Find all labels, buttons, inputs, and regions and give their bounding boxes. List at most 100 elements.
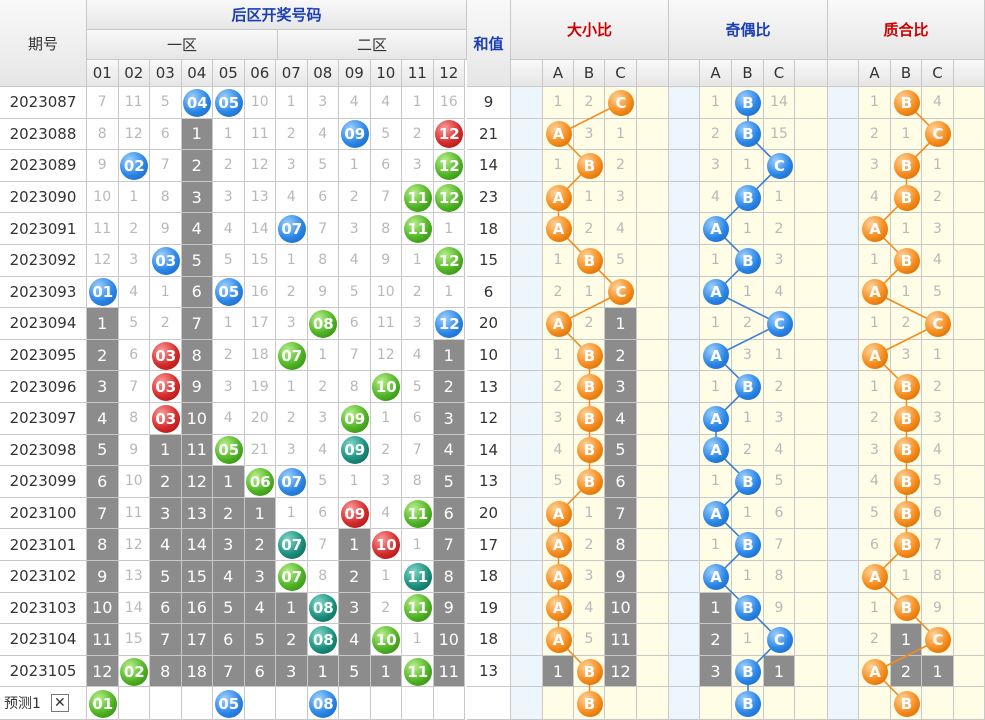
ratio-ball: B (576, 153, 603, 179)
miss-count-cell: 11 (181, 434, 213, 467)
miss-count-cell: 7 (433, 529, 465, 561)
ratio-miss-cell: 3 (700, 150, 732, 182)
ratio-miss-cell: 9 (605, 561, 637, 593)
ratio-ball: B (735, 469, 761, 495)
miss-count-cell: 2 (244, 529, 276, 561)
ratio-ball: B (893, 153, 920, 179)
predict-number-cell[interactable] (181, 687, 213, 720)
ratio-miss-cell: 1 (891, 276, 922, 309)
predict-ratio-cell[interactable] (543, 687, 574, 720)
ratio-miss-cell: 1 (922, 339, 954, 372)
miss-count-cell: 3 (276, 150, 308, 182)
miss-count-cell: 7 (150, 150, 182, 182)
predict-ratio-cell[interactable] (764, 687, 795, 720)
predict-ball[interactable]: 01 (88, 689, 117, 718)
ratio-ball: A (862, 216, 888, 243)
ratio-miss-cell: 5 (922, 466, 954, 498)
ratio-miss-cell: 6 (922, 497, 954, 530)
miss-count-cell: 5 (370, 118, 402, 151)
ratio-miss-cell: 8 (605, 529, 637, 561)
ratio-miss-cell: 11 (605, 624, 637, 656)
predict-ratio-cell[interactable] (922, 687, 954, 720)
miss-count-cell: 2 (276, 118, 308, 151)
predict-number-cell[interactable] (276, 687, 308, 720)
ratio-margin (637, 687, 669, 720)
predict-number-cell[interactable] (118, 687, 150, 720)
predict-number-cell[interactable] (244, 687, 276, 720)
miss-count-cell: 1 (339, 150, 371, 182)
ratio-margin (637, 213, 669, 245)
drawn-number-ball: 07 (277, 562, 306, 591)
ratio-ball: B (893, 595, 920, 622)
predict-ratio-cell[interactable] (605, 687, 637, 720)
ratio-margin (828, 655, 859, 688)
miss-count-cell: 4 (433, 434, 465, 467)
ratio-margin (954, 403, 985, 435)
predict-ratio-ball[interactable]: B (576, 690, 603, 717)
miss-count-cell: 8 (150, 181, 182, 214)
ratio-miss-cell: 4 (922, 245, 954, 277)
predict-number-cell[interactable] (433, 687, 465, 720)
ratio-margin (669, 497, 700, 530)
miss-count-cell: 19 (244, 371, 276, 403)
miss-count-cell: 2 (150, 308, 182, 340)
zone1-label: 一区 (87, 30, 278, 60)
ratio-miss-cell: 9 (922, 592, 954, 625)
period-cell: 2023101 (0, 529, 87, 561)
trend-chart: 期号 后区开奖号码 一区 二区 01 02 03 04 05 06 07 08 09 10 11 12 和值 大小… (0, 0, 985, 720)
ratio-margin (669, 466, 700, 498)
predict-ratio-ball[interactable]: B (735, 690, 761, 717)
miss-count-cell: 1 (402, 624, 434, 656)
ratio-margin (637, 371, 669, 403)
ratio-margin (669, 308, 700, 340)
ratio-ball: B (576, 374, 603, 401)
ratio-margin (637, 276, 669, 309)
predict-ratio-cell[interactable] (700, 687, 732, 720)
predict-number-cell[interactable] (402, 687, 434, 720)
miss-count-cell: 4 (150, 529, 182, 561)
predict-ratio-ball[interactable]: B (893, 690, 920, 717)
ratio-ball: B (576, 437, 603, 464)
miss-count-cell: 1 (370, 655, 402, 688)
ratio-margin (511, 276, 543, 309)
sum-cell: 23 (467, 181, 511, 214)
drawn-number-ball: 07 (277, 468, 306, 496)
predict-ratio-cell[interactable] (859, 687, 891, 720)
miss-count-cell: 15 (244, 245, 276, 277)
miss-count-cell: 4 (370, 87, 402, 119)
ratio-miss-cell: 1 (700, 371, 732, 403)
predict-ball[interactable]: 08 (309, 689, 338, 718)
drawn-number-ball: 05 (214, 436, 243, 465)
sum-cell: 20 (467, 308, 511, 340)
ratio-margin (511, 497, 543, 530)
ratio-margin (828, 308, 859, 340)
drawn-number-ball: 09 (340, 436, 369, 465)
miss-count-cell: 5 (213, 592, 245, 625)
miss-count-cell: 2 (402, 276, 434, 309)
miss-count-cell: 11 (87, 213, 119, 245)
ratio-margin (828, 150, 859, 182)
predict-number-cell[interactable] (370, 687, 402, 720)
ratio-miss-cell: 2 (605, 150, 637, 182)
miss-count-cell: 14 (244, 213, 276, 245)
ratio-margin (637, 497, 669, 530)
ratio-margin (511, 624, 543, 656)
period-cell: 2023090 (0, 181, 87, 214)
ratio-margin (637, 592, 669, 625)
predict-ball[interactable]: 05 (214, 689, 243, 718)
miss-count-cell: 2 (433, 371, 465, 403)
miss-count-cell: 6 (150, 118, 182, 151)
predict-number-cell[interactable] (150, 687, 182, 720)
ratio-margin (511, 213, 543, 245)
close-predict-button[interactable]: ✕ (50, 694, 69, 713)
ratio-margin (637, 308, 669, 340)
ratio-margin (637, 181, 669, 214)
miss-count-cell: 7 (87, 497, 119, 530)
miss-count-cell: 9 (87, 561, 119, 593)
miss-count-cell: 3 (276, 655, 308, 688)
miss-count-cell: 1 (276, 87, 308, 119)
predict-number-cell[interactable] (339, 687, 371, 720)
ratio-miss-cell: 1 (700, 466, 732, 498)
ratio-ball: B (893, 469, 920, 495)
abc-header: A (700, 60, 732, 87)
